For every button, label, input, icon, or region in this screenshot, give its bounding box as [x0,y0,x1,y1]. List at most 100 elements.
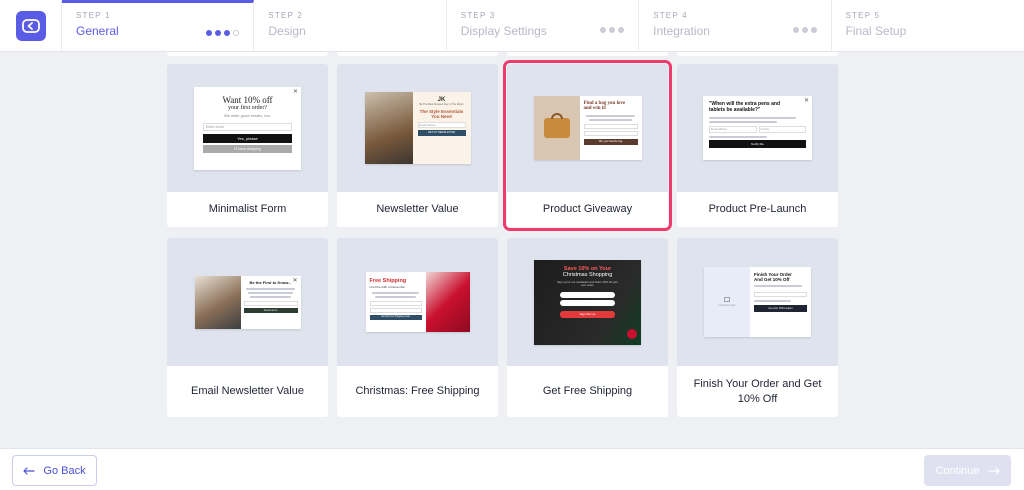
preview-cta: Yes, please [203,133,292,143]
wizard-footer: Go Back Continue [0,448,1024,490]
preview-cta: Sign Me Up [560,310,615,318]
popup-preview: JK Be The Best Dressed Guy In The Room T… [364,92,471,164]
card-stub [167,52,328,56]
preview-input [560,291,615,298]
template-card-newsletter-value[interactable]: JK Be The Best Dressed Guy In The Room T… [337,64,498,227]
preview-input [583,124,638,129]
popup-preview: Free Shipping Until the 24th of December… [365,272,470,332]
card-stub [677,52,838,56]
preview-secondary: I'll keep shopping [203,144,292,153]
template-preview: ✕ Be the First to Know... Count me in [167,238,328,366]
step-number: STEP 2 [268,11,304,20]
template-label: Get Free Shipping [542,385,633,397]
progress-dot [618,27,625,33]
template-card-minimalist-form[interactable]: ✕ Want 10% off your first order? We writ… [167,64,328,227]
step-integration[interactable]: STEP 4 Integration [639,0,832,52]
template-label: Product Giveaway [542,203,633,215]
preview-text-line [247,291,294,294]
preview-text-line [709,117,797,119]
progress-dot [206,30,213,36]
go-back-label: Go Back [43,464,86,477]
preview-text-line [372,292,419,294]
template-card-product-giveaway[interactable]: Find a bag you love and win it! Win your… [503,60,672,231]
progress-dot [801,27,808,33]
image-icon [724,297,730,302]
step-final-setup[interactable]: STEP 5 Final Setup [832,0,1024,52]
template-preview: Free Shipping Until the 24th of December… [337,238,498,366]
preview-title-2: And Get 10% Off [754,277,790,282]
preview-text: We write good emails, too. [223,112,272,118]
preview-title: Be the First to Know... [249,279,292,285]
preview-cta: Get your 10% coupon [754,305,807,312]
template-card-get-free-shipping[interactable]: Save 10% on Your Christmas Shopping Sign… [507,238,668,417]
popup-preview: ✕ Be the First to Know... Count me in [194,275,301,329]
step-name: Final Setup [845,24,907,38]
preview-title-2: Christmas Shopping [562,271,613,278]
popup-preview: ✕ "When will the extra pens and tablets … [703,96,812,160]
placeholder-text: Optional Image [718,304,736,307]
preview-input [243,300,298,306]
preview-title: Free Shipping [369,278,407,284]
step-display-settings[interactable]: STEP 3 Display Settings [447,0,640,52]
app-logo-icon[interactable] [15,11,46,41]
preview-text-line [246,287,295,290]
close-icon: ✕ [803,98,809,104]
preview-photo [194,275,241,329]
close-icon: ✕ [292,277,298,284]
template-card-christmas-free-shipping[interactable]: Free Shipping Until the 24th of December… [337,238,498,417]
preview-text-line [754,300,792,302]
logo-cell [0,0,62,52]
progress-dot [609,27,616,33]
preview-gift-photo [425,272,470,332]
card-stub [507,52,668,56]
preview-cta: GET MY NEWSLETTER [417,130,466,136]
template-card-finish-your-order[interactable]: Optional Image Finish Your Order And Get… [677,238,838,417]
preview-cta: Get My Free Shipping Code [369,315,422,320]
preview-country-select: Country [758,126,806,133]
template-card-product-pre-launch[interactable]: ✕ "When will the extra pens and tablets … [677,64,838,227]
preview-title: Want 10% off [222,94,273,105]
step-number: STEP 4 [653,11,688,20]
step-name: Design [268,24,306,38]
preview-email-input: Email address [709,126,757,133]
step-progress-dots [206,30,240,36]
continue-button[interactable]: Continue [924,455,1011,486]
template-preview: Find a bag you love and win it! Win your… [507,64,668,192]
template-preview: JK Be The Best Dressed Guy In The Room T… [337,64,498,192]
ornament-icon [627,328,637,339]
preview-tagline: Be The Best Dressed Guy In The Room [419,103,464,106]
preview-input: Email Address [417,122,466,128]
preview-cta: Notify Me [709,140,806,148]
step-number: STEP 5 [845,11,881,20]
template-card-email-newsletter-value[interactable]: ✕ Be the First to Know... Count me in Em… [167,238,328,417]
close-icon: ✕ [292,88,298,95]
template-preview: ✕ Want 10% off your first order? We writ… [167,64,328,192]
preview-headline-2: You Need [431,114,452,119]
preview-text-line [586,115,635,117]
step-number: STEP 3 [460,11,496,20]
preview-input [560,299,615,306]
step-general[interactable]: STEP 1 General [62,0,255,52]
preview-photo [364,92,413,164]
step-design[interactable]: STEP 2 Design [254,0,447,52]
go-back-button[interactable]: Go Back [12,455,97,486]
template-grid: ✕ Want 10% off your first order? We writ… [167,60,838,231]
template-label: Email Newsletter Value [191,385,304,397]
template-preview: Save 10% on Your Christmas Shopping Sign… [507,238,668,366]
popup-preview: Optional Image Finish Your Order And Get… [704,267,811,337]
preview-text-line [709,136,768,138]
template-label: Minimalist Form [208,203,287,215]
progress-dot [224,30,231,36]
step-progress-dots [792,27,817,33]
popup-preview: Find a bag you love and win it! Win your… [533,96,642,160]
step-progress-dots [600,27,625,33]
preview-cta: Win your favorite bag [583,139,638,145]
popup-preview: ✕ Want 10% off your first order? We writ… [194,86,301,170]
step-number: STEP 1 [76,11,111,20]
progress-dot [600,27,607,33]
card-stub [337,52,498,56]
preview-subtitle: Until the 24th of December [369,285,406,289]
preview-subtitle: your first order? [228,104,267,111]
preview-cta: Count me in [243,307,298,313]
template-grid-row-2: ✕ Be the First to Know... Count me in Em… [167,238,838,417]
